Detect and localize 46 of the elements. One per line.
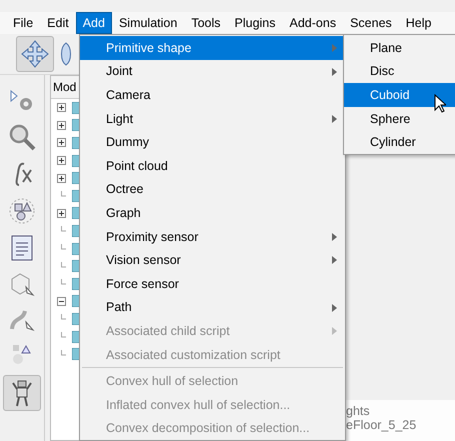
menu-item[interactable]: Proximity sensor (80, 224, 345, 248)
move-tool-button[interactable] (16, 36, 54, 72)
menu-title[interactable]: Simulation (112, 12, 184, 34)
expand-icon[interactable] (57, 120, 66, 130)
shapes-icon[interactable] (8, 197, 36, 225)
menu-item[interactable]: Cylinder (344, 130, 455, 154)
menu-item[interactable]: Graph (80, 201, 345, 225)
menu-item[interactable]: Cuboid (344, 83, 455, 107)
menu-title[interactable]: Add (76, 12, 112, 34)
menu-item[interactable]: Point cloud (80, 154, 345, 178)
menu-item[interactable]: Plane (344, 36, 455, 60)
menu-item[interactable]: Dummy (80, 130, 345, 154)
panel-header: Mod (53, 80, 76, 94)
menu-item[interactable]: Sphere (344, 106, 455, 130)
menu-title[interactable]: Help (398, 12, 438, 34)
menu-title[interactable]: Edit (40, 12, 76, 34)
menu-title[interactable]: Tools (184, 12, 228, 34)
menu-item[interactable]: Octree (80, 178, 345, 202)
collapse-icon[interactable] (57, 296, 66, 306)
document-icon[interactable] (11, 235, 33, 261)
menu-item[interactable]: Light (80, 106, 345, 130)
menu-title[interactable]: File (6, 12, 40, 34)
menu-item[interactable]: Camera (80, 83, 345, 107)
menu-item[interactable]: Vision sensor (80, 248, 345, 272)
expand-icon[interactable] (57, 156, 66, 166)
menu-title[interactable]: Scenes (343, 12, 399, 34)
expand-icon[interactable] (57, 174, 66, 183)
menu-item[interactable]: Path (80, 296, 345, 320)
menu-item[interactable]: Force sensor (80, 272, 345, 296)
move-arrows-icon (21, 40, 49, 68)
robot-figure-icon (11, 379, 33, 407)
mouse-cursor-icon (434, 94, 446, 113)
scene-label: eFloor_5_25 (346, 418, 418, 432)
scene-label: ghts (346, 404, 371, 418)
expand-icon[interactable] (57, 138, 66, 148)
menu-item[interactable]: Joint (80, 60, 345, 84)
expand-icon[interactable] (57, 208, 66, 218)
expand-icon[interactable] (57, 103, 66, 112)
cube-select-icon[interactable] (9, 271, 35, 297)
rotate-arrows-icon (59, 42, 73, 66)
search-icon[interactable] (8, 123, 36, 151)
robot-tool-button[interactable] (3, 375, 41, 411)
menu-title[interactable]: Plugins (228, 12, 283, 34)
menu-title[interactable]: Add-ons (282, 12, 344, 34)
menu-item[interactable]: Disc (344, 60, 455, 84)
menu-item[interactable]: Primitive shape (80, 36, 345, 60)
